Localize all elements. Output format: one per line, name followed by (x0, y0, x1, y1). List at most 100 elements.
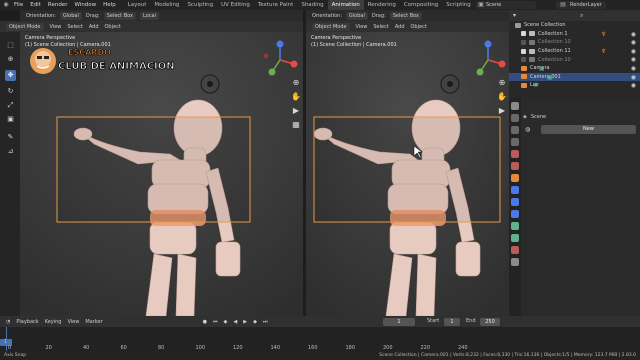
axis-gizmo-icon[interactable] (466, 38, 509, 82)
tab-modeling[interactable]: Modeling (150, 0, 183, 10)
visibility-eye-icon[interactable]: ◉ (631, 74, 636, 81)
measure-tool-icon[interactable]: ⊿ (5, 146, 16, 157)
tab-texture-paint[interactable]: Texture Paint (254, 0, 298, 10)
menu-render[interactable]: Render (48, 2, 68, 8)
jump-end-icon[interactable]: ⏭ (263, 319, 268, 325)
annotate-tool-icon[interactable]: ✎ (5, 132, 16, 143)
outliner-row[interactable]: Collection 11 ♆ ◉ (509, 47, 640, 56)
tab-rendering[interactable]: Rendering (364, 0, 400, 10)
scene-collection-row[interactable]: Scene Collection (509, 21, 640, 30)
checkbox[interactable] (521, 39, 526, 45)
menu-edit[interactable]: Edit (30, 2, 41, 8)
outliner-row[interactable]: Collection 1 ♆ ◉ (509, 30, 640, 39)
view-layer-tab-icon[interactable] (511, 138, 519, 146)
checkbox[interactable] (521, 57, 526, 63)
outliner-row[interactable]: Collection 10 ◉ (509, 55, 640, 64)
cursor-tool-icon[interactable]: ⊕ (5, 54, 16, 65)
checkbox[interactable] (521, 31, 526, 37)
visibility-eye-icon[interactable]: ◉ (631, 82, 636, 89)
rotate-tool-icon[interactable]: ↻ (5, 86, 16, 97)
visibility-eye-icon[interactable]: ◉ (631, 48, 636, 55)
visibility-eye-icon[interactable]: ◉ (631, 56, 636, 63)
jump-start-icon[interactable]: ⏮ (213, 319, 218, 325)
camera-view-icon[interactable]: ▶ (497, 106, 507, 116)
menu-add[interactable]: Add (89, 24, 99, 30)
menu-help[interactable]: Help (103, 2, 116, 8)
outliner-row[interactable]: Luz ✺ ◉ (509, 81, 640, 90)
tab-sculpting[interactable]: Sculpting (183, 0, 217, 10)
drag-dropdown[interactable]: Select Box (389, 11, 423, 20)
visibility-eye-icon[interactable]: ◉ (631, 39, 636, 46)
zoom-icon[interactable]: ⊕ (497, 78, 507, 88)
orientation-dropdown[interactable]: Global (59, 11, 82, 20)
move-tool-icon[interactable]: ✥ (5, 70, 16, 81)
play-reverse-icon[interactable]: ◀ (233, 319, 237, 325)
object-tab-icon[interactable] (511, 174, 519, 182)
tab-animation[interactable]: Animation (327, 0, 364, 10)
menu-view[interactable]: View (356, 24, 368, 30)
tab-compositing[interactable]: Compositing (400, 0, 442, 10)
transform-tool-icon[interactable]: ▣ (5, 114, 16, 125)
tab-uv-editing[interactable]: UV Editing (217, 0, 254, 10)
physics-tab-icon[interactable] (511, 210, 519, 218)
timeline-editor-icon[interactable]: ◔ (6, 319, 10, 325)
grid-icon[interactable]: ▦ (291, 120, 301, 130)
scene-selector[interactable]: Scene (476, 1, 536, 9)
tab-scripting[interactable]: Scripting (442, 0, 474, 10)
new-button[interactable]: New (541, 125, 636, 134)
end-frame-field[interactable]: 250 (480, 318, 500, 326)
zoom-icon[interactable]: ⊕ (291, 78, 301, 88)
pan-hand-icon[interactable]: ✋ (291, 92, 301, 102)
blender-logo-icon[interactable]: ◉ (2, 1, 10, 9)
constraints-tab-icon[interactable] (511, 222, 519, 230)
menu-marker[interactable]: Marker (85, 319, 102, 325)
data-tab-icon[interactable] (511, 234, 519, 242)
axis-gizmo-icon[interactable] (258, 38, 302, 82)
menu-file[interactable]: File (14, 2, 23, 8)
output-tab-icon[interactable] (511, 126, 519, 134)
tab-shading[interactable]: Shading (297, 0, 327, 10)
next-key-icon[interactable]: ◆ (253, 319, 257, 325)
render-tab-icon[interactable] (511, 114, 519, 122)
scene-tab-icon[interactable] (511, 150, 519, 158)
outliner-row-selected[interactable]: Camera.001 ▣ ◉ (509, 72, 640, 82)
drag-dropdown[interactable]: Select Box (103, 11, 137, 20)
menu-view[interactable]: View (67, 319, 79, 325)
menu-select[interactable]: Select (373, 24, 388, 30)
material-tab-icon[interactable] (511, 246, 519, 254)
scale-tool-icon[interactable]: ⤢ (5, 100, 16, 111)
menu-playback[interactable]: Playback (16, 319, 38, 325)
texture-tab-icon[interactable] (511, 258, 519, 266)
menu-window[interactable]: Window (74, 2, 96, 8)
right-viewport[interactable]: Camera Perspective (1) Scene Collection … (306, 32, 509, 316)
outliner-row[interactable]: Camera ▣ ◉ (509, 64, 640, 73)
play-icon[interactable]: ▶ (243, 319, 247, 325)
visibility-eye-icon[interactable]: ◉ (631, 65, 636, 72)
world-tab-icon[interactable] (511, 162, 519, 170)
camera-view-icon[interactable]: ▶ (291, 106, 301, 116)
menu-keying[interactable]: Keying (45, 319, 62, 325)
menu-object[interactable]: Object (105, 24, 121, 30)
prev-key-icon[interactable]: ◆ (224, 319, 228, 325)
timeline-ruler[interactable]: 1 020406080100120140160180200220240 (0, 327, 640, 351)
modifier-tab-icon[interactable] (511, 186, 519, 194)
mode-dropdown[interactable]: Object Mode (312, 22, 350, 31)
tool-tab-icon[interactable] (511, 102, 519, 110)
start-frame-field[interactable]: 1 (444, 318, 460, 326)
search-icon[interactable]: ⌕ (580, 12, 583, 20)
record-button-icon[interactable]: ● (203, 319, 207, 325)
filter-icon[interactable]: ▾ (513, 12, 516, 19)
outliner-row[interactable]: Collection 10 ◉ (509, 38, 640, 47)
mode-dropdown[interactable]: Object Mode (6, 22, 44, 31)
particles-tab-icon[interactable] (511, 198, 519, 206)
menu-select[interactable]: Select (67, 24, 82, 30)
current-frame-field[interactable]: 1 (383, 318, 415, 326)
menu-view[interactable]: View (50, 24, 62, 30)
menu-object[interactable]: Object (411, 24, 427, 30)
visibility-eye-icon[interactable]: ◉ (631, 31, 636, 38)
select-tool-icon[interactable]: ⬚ (5, 40, 16, 51)
checkbox[interactable] (521, 48, 526, 54)
tab-layout[interactable]: Layout (124, 0, 151, 10)
orientation-dropdown[interactable]: Global (345, 11, 368, 20)
pan-hand-icon[interactable]: ✋ (497, 92, 507, 102)
